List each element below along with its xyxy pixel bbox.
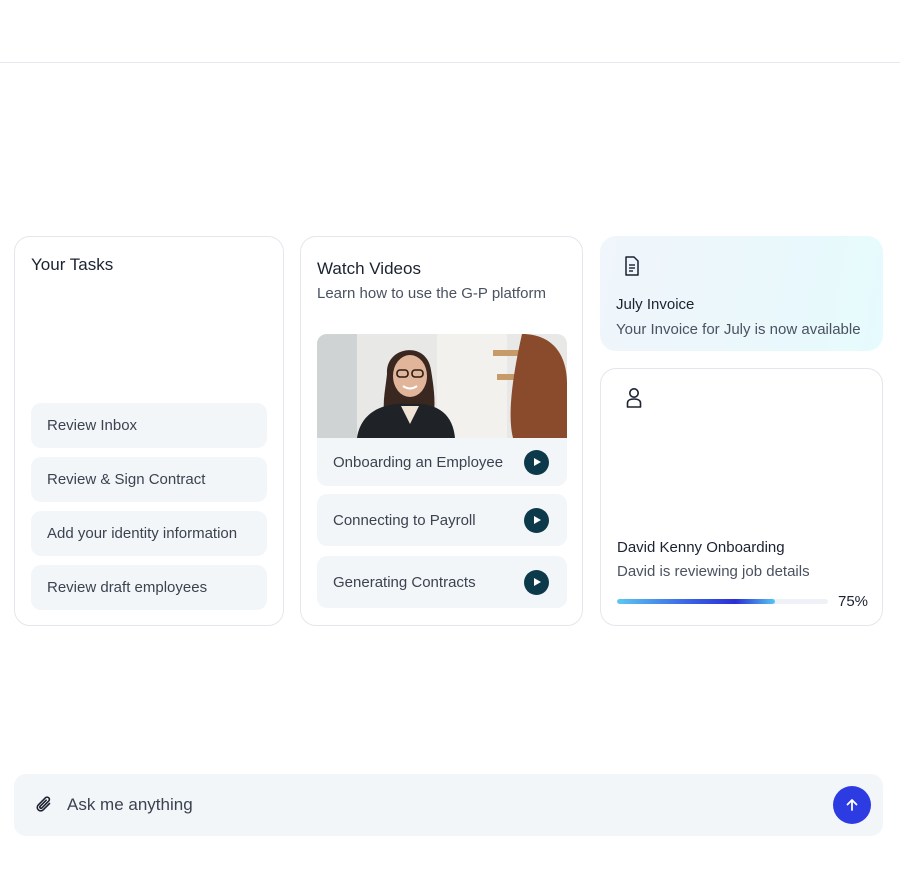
task-item[interactable]: Review draft employees (31, 565, 267, 610)
arrow-up-icon (846, 799, 858, 811)
paperclip-icon[interactable] (35, 795, 55, 820)
invoice-title: July Invoice (616, 296, 695, 313)
task-label: Add your identity information (47, 525, 238, 542)
videos-card: Watch Videos Learn how to use the G-P pl… (300, 236, 583, 626)
video-item[interactable]: Generating Contracts (317, 556, 567, 608)
task-item[interactable]: Review & Sign Contract (31, 457, 267, 502)
invoice-subtitle: Your Invoice for July is now available (616, 321, 861, 338)
video-label: Connecting to Payroll (333, 511, 476, 529)
task-item[interactable]: Review Inbox (31, 403, 267, 448)
video-thumbnail[interactable] (317, 334, 567, 438)
document-icon (624, 256, 640, 281)
send-button[interactable] (833, 786, 871, 824)
videos-subtitle: Learn how to use the G-P platform (317, 285, 547, 302)
progress-percent: 75% (838, 593, 869, 610)
chat-bar (14, 774, 883, 836)
chat-input[interactable] (67, 791, 807, 819)
onboarding-title: David Kenny Onboarding (617, 539, 785, 556)
video-item[interactable]: Connecting to Payroll (317, 494, 567, 546)
onboarding-card[interactable]: David Kenny Onboarding David is reviewin… (600, 368, 883, 626)
video-item[interactable]: Onboarding an Employee (317, 438, 567, 486)
videos-title: Watch Videos (317, 259, 421, 278)
person-icon (625, 387, 643, 414)
task-item[interactable]: Add your identity information (31, 511, 267, 556)
tasks-card: Your Tasks Review Inbox Review & Sign Co… (14, 236, 284, 626)
video-label: Onboarding an Employee (333, 453, 504, 471)
play-icon[interactable] (524, 449, 549, 475)
task-label: Review & Sign Contract (47, 471, 206, 488)
onboarding-subtitle: David is reviewing job details (617, 563, 810, 580)
task-label: Review draft employees (47, 579, 208, 596)
progress-bar (617, 599, 828, 604)
play-icon[interactable] (524, 507, 549, 533)
video-label: Generating Contracts (333, 573, 476, 591)
task-label: Review Inbox (47, 417, 138, 434)
video-thumbnail-image (317, 334, 567, 438)
tasks-title: Your Tasks (31, 255, 114, 274)
top-bar (0, 0, 900, 63)
invoice-card[interactable]: July Invoice Your Invoice for July is no… (600, 236, 883, 351)
play-icon[interactable] (524, 569, 549, 595)
progress-fill (617, 599, 776, 604)
